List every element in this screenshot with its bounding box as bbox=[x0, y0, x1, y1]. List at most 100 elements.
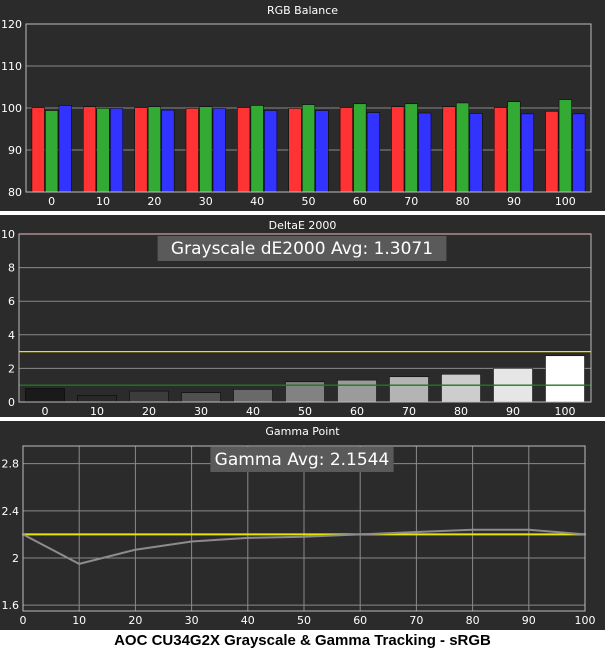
rgb-ytick-label: 80 bbox=[8, 186, 22, 199]
gamma-point bbox=[78, 562, 81, 566]
rgb-xtick-label: 20 bbox=[147, 195, 161, 208]
rgb-ytick-label: 90 bbox=[8, 144, 22, 157]
gamma-point bbox=[527, 528, 530, 531]
deltae-bar bbox=[233, 389, 273, 403]
deltae-xtick-label: 70 bbox=[402, 405, 416, 418]
rgb-bar-red bbox=[442, 106, 456, 193]
figure-caption: AOC CU34G2X Grayscale & Gamma Tracking -… bbox=[114, 632, 491, 649]
deltae-bar bbox=[181, 392, 221, 403]
gamma-panel: Gamma Point 1.6 2 2.4 2.8 0 10 20 30 40 50 60 70 80 90… bbox=[0, 421, 605, 630]
rgb-bar-green bbox=[558, 99, 572, 193]
deltae-xtick-label: 100 bbox=[555, 405, 576, 418]
gamma-ytick-label: 2.4 bbox=[2, 505, 20, 518]
deltae-bar bbox=[337, 379, 377, 403]
rgb-bar-green bbox=[250, 105, 264, 193]
rgb-bar-green bbox=[199, 106, 213, 193]
deltae-title: DeltaE 2000 bbox=[269, 219, 337, 232]
rgb-ytick-label: 110 bbox=[1, 60, 22, 73]
gamma-point bbox=[246, 536, 249, 540]
rgb-xtick-label: 60 bbox=[353, 195, 367, 208]
gamma-xtick-label: 80 bbox=[466, 614, 480, 627]
deltae-xtick-label: 50 bbox=[298, 405, 312, 418]
deltae-panel: DeltaE 200002468100 10 20 30 40 50 60 70 80 90 100… bbox=[0, 215, 605, 418]
deltae-bar bbox=[441, 374, 481, 403]
gamma-xtick-label: 70 bbox=[409, 614, 423, 627]
rgb-bar-blue bbox=[418, 112, 432, 193]
rgb-xtick-label: 10 bbox=[96, 195, 110, 208]
rgb-bar-red bbox=[391, 106, 405, 193]
rgb-title: RGB Balance bbox=[267, 4, 338, 17]
rgb-bar-green bbox=[302, 104, 315, 193]
deltae-xtick-label: 80 bbox=[454, 405, 468, 418]
rgb-xtick-label: 50 bbox=[302, 195, 316, 208]
rgb-bar-blue bbox=[212, 108, 226, 193]
rgb-bar-blue bbox=[520, 113, 534, 193]
deltae-banner-text: Grayscale dE2000 Avg: 1.3071 bbox=[171, 239, 433, 259]
deltae-bar bbox=[545, 355, 585, 403]
deltae-ytick-label: 10 bbox=[1, 228, 15, 241]
deltae-bar bbox=[389, 376, 429, 403]
deltae-bar bbox=[77, 395, 117, 403]
rgb-bar-green bbox=[507, 101, 521, 193]
gamma-xtick-label: 60 bbox=[353, 614, 367, 627]
deltae-xtick-label: 40 bbox=[246, 405, 260, 418]
rgb-xtick-label: 0 bbox=[48, 195, 55, 208]
rgb-xtick-label: 40 bbox=[250, 195, 264, 208]
deltae-ytick-label: 8 bbox=[8, 262, 15, 275]
rgb-xtick-label: 70 bbox=[404, 195, 418, 208]
rgb-ytick-label: 120 bbox=[1, 18, 22, 31]
rgb-bar-green bbox=[45, 110, 59, 193]
gamma-ytick-label: 1.6 bbox=[2, 599, 20, 612]
gamma-ytick-label: 2.8 bbox=[2, 458, 20, 471]
rgb-bar-green bbox=[147, 106, 161, 193]
rgb-bar-blue bbox=[110, 108, 124, 193]
rgb-bar-blue bbox=[366, 112, 380, 193]
deltae-xtick-label: 30 bbox=[194, 405, 208, 418]
gamma-xtick-label: 10 bbox=[72, 614, 86, 627]
gamma-ytick-label: 2 bbox=[12, 552, 19, 565]
rgb-balance-panel: RGB Balance 80 90 100 110 120 0 10 20 30 40 50 60 70 8… bbox=[0, 0, 605, 211]
gamma-point bbox=[359, 533, 362, 536]
rgb-bar-red bbox=[185, 108, 199, 193]
rgb-xtick-label: 30 bbox=[199, 195, 213, 208]
gamma-xtick-label: 40 bbox=[241, 614, 255, 627]
gamma-xtick-label: 30 bbox=[185, 614, 199, 627]
gamma-point bbox=[190, 540, 193, 543]
deltae-bar bbox=[25, 388, 65, 403]
gamma-title: Gamma Point bbox=[265, 425, 340, 438]
deltae-ytick-label: 2 bbox=[8, 362, 15, 375]
rgb-bar-blue bbox=[572, 113, 586, 193]
rgb-bar-blue bbox=[264, 110, 278, 193]
rgb-bar-green bbox=[456, 102, 470, 193]
gamma-xtick-label: 90 bbox=[522, 614, 536, 627]
rgb-bar-blue bbox=[315, 110, 329, 193]
gamma-xtick-label: 0 bbox=[20, 614, 27, 627]
deltae-xtick-label: 10 bbox=[90, 405, 104, 418]
rgb-xtick-label: 100 bbox=[555, 195, 576, 208]
chart-stage: RGB Balance80901001101200 10 20 30 40 50 60 70 8… bbox=[0, 0, 605, 630]
rgb-bar-red bbox=[545, 111, 559, 193]
rgb-bar-blue bbox=[161, 109, 175, 193]
gamma-point bbox=[415, 530, 418, 534]
deltae-xtick-label: 90 bbox=[506, 405, 520, 418]
rgb-bar-green bbox=[96, 108, 110, 193]
rgb-bar-green bbox=[404, 103, 418, 193]
rgb-ytick-label: 100 bbox=[1, 102, 22, 115]
gamma-banner-text: Gamma Avg: 2.1544 bbox=[215, 450, 390, 470]
gamma-point bbox=[302, 535, 306, 538]
rgb-bar-red bbox=[339, 107, 353, 193]
rgb-bar-blue bbox=[469, 113, 483, 193]
rgb-bar-green bbox=[353, 103, 367, 193]
rgb-bar-red bbox=[493, 107, 507, 193]
gamma-xtick-label: 50 bbox=[297, 614, 311, 627]
gamma-point bbox=[471, 528, 474, 531]
deltae-ytick-label: 4 bbox=[8, 329, 15, 342]
deltae-xtick-label: 0 bbox=[42, 405, 49, 418]
rgb-bar-red bbox=[288, 108, 302, 193]
rgb-bar-red bbox=[237, 107, 251, 193]
rgb-bar-red bbox=[83, 106, 97, 193]
deltae-ytick-label: 0 bbox=[8, 396, 15, 409]
deltae-xtick-label: 60 bbox=[350, 405, 364, 418]
deltae-xtick-label: 20 bbox=[142, 405, 156, 418]
rgb-xtick-label: 80 bbox=[456, 195, 470, 208]
